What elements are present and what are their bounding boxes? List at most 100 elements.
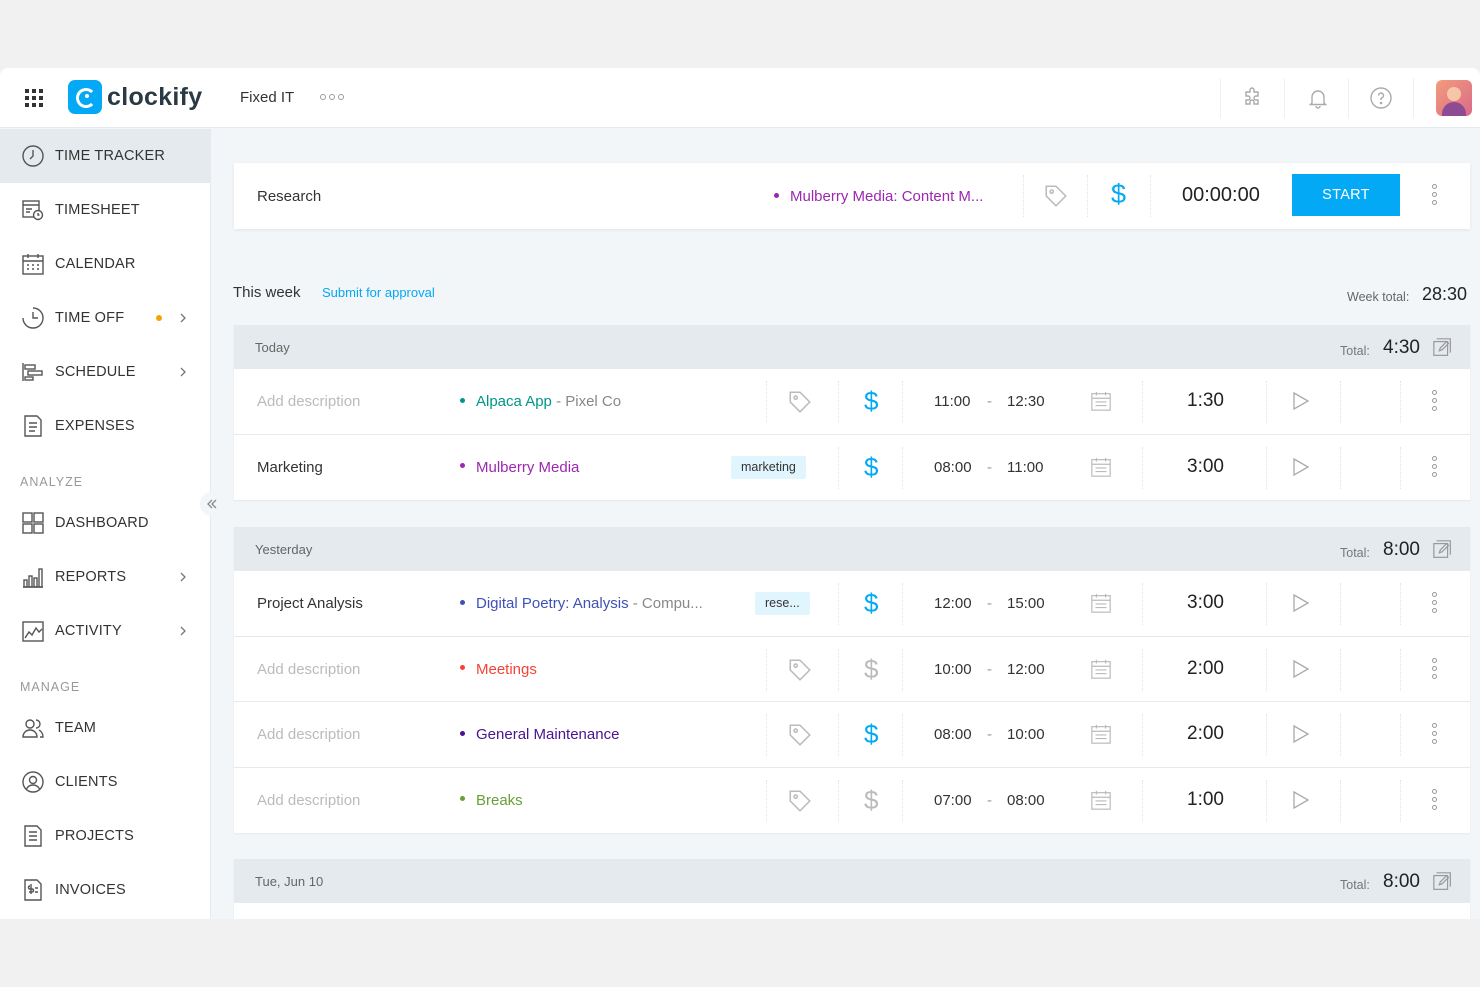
sidebar-item-reports[interactable]: REPORTS: [0, 550, 211, 604]
sidebar-item-time-tracker[interactable]: TIME TRACKER: [0, 129, 211, 183]
calendar-icon[interactable]: [1090, 456, 1112, 478]
workspace-name[interactable]: Fixed IT: [240, 89, 294, 106]
play-icon[interactable]: [1292, 593, 1310, 613]
time-entry-row[interactable]: Add description Breaks $ 07:00 - 08:00 1…: [234, 768, 1470, 834]
sidebar-item-schedule[interactable]: SCHEDULE: [0, 345, 211, 399]
entry-project[interactable]: Breaks: [460, 792, 523, 809]
entry-duration[interactable]: 1:30: [1187, 390, 1224, 412]
entry-project[interactable]: Meetings: [460, 661, 537, 678]
start-button[interactable]: START: [1292, 174, 1400, 216]
time-entry-row[interactable]: Project Analysis Digital Poetry: Analysi…: [234, 571, 1470, 637]
user-avatar[interactable]: [1436, 80, 1472, 116]
collapse-sidebar-icon[interactable]: [200, 492, 224, 516]
entry-end-time[interactable]: 10:00: [1007, 726, 1045, 743]
billable-dollar-icon[interactable]: $: [864, 588, 878, 619]
play-icon[interactable]: [1292, 391, 1310, 411]
entry-description[interactable]: Project Analysis: [257, 595, 363, 612]
bulk-edit-icon[interactable]: [1432, 337, 1454, 359]
billable-dollar-icon[interactable]: $: [864, 452, 878, 483]
play-icon[interactable]: [1292, 659, 1310, 679]
time-entry-row[interactable]: Add description Meetings $ 10:00 - 12:00…: [234, 637, 1470, 702]
sidebar-item-expenses[interactable]: EXPENSES: [0, 399, 211, 453]
play-icon[interactable]: [1292, 790, 1310, 810]
entry-project[interactable]: Mulberry Media: [460, 459, 579, 476]
calendar-icon[interactable]: [1090, 658, 1112, 680]
entry-duration[interactable]: 1:00: [1187, 789, 1224, 811]
tracker-project-picker[interactable]: Mulberry Media: Content M...: [774, 188, 983, 205]
entry-more-icon[interactable]: [1432, 657, 1438, 682]
billable-dollar-icon[interactable]: $: [864, 719, 878, 750]
entry-project[interactable]: Alpaca App - Pixel Co: [460, 393, 621, 410]
sidebar-item-time-off[interactable]: TIME OFF: [0, 291, 211, 345]
dashboard-icon: [22, 512, 44, 534]
entry-description[interactable]: Add description: [257, 661, 360, 678]
sidebar-item-team[interactable]: TEAM: [0, 701, 211, 755]
entry-start-time[interactable]: 08:00: [934, 459, 972, 476]
calendar-icon[interactable]: [1090, 723, 1112, 745]
entry-duration[interactable]: 3:00: [1187, 592, 1224, 614]
entry-more-icon[interactable]: [1432, 390, 1438, 414]
tracker-description-input[interactable]: Research: [257, 188, 321, 205]
sidebar-item-timesheet[interactable]: TIMESHEET: [0, 183, 211, 237]
workspace-menu-icon[interactable]: [320, 94, 344, 100]
calendar-icon[interactable]: [1090, 789, 1112, 811]
non-billable-dollar-icon[interactable]: $: [864, 785, 878, 816]
bulk-edit-icon[interactable]: [1432, 871, 1454, 893]
entry-end-time[interactable]: 12:00: [1007, 661, 1045, 678]
billable-dollar-icon[interactable]: $: [864, 386, 878, 417]
bulk-edit-icon[interactable]: [1432, 539, 1454, 561]
entry-description[interactable]: Add description: [257, 393, 360, 410]
entry-more-icon[interactable]: [1432, 723, 1438, 747]
entry-more-icon[interactable]: [1432, 455, 1438, 480]
logo[interactable]: clockify: [68, 80, 203, 114]
tag-chip[interactable]: rese...: [755, 592, 810, 615]
entry-duration[interactable]: 2:00: [1187, 658, 1224, 680]
entry-start-time[interactable]: 10:00: [934, 661, 972, 678]
tag-icon[interactable]: [787, 657, 813, 683]
billable-dollar-icon[interactable]: $: [1111, 179, 1126, 210]
sidebar-item-calendar[interactable]: CALENDAR: [0, 237, 211, 291]
entry-end-time[interactable]: 15:00: [1007, 595, 1045, 612]
submit-for-approval-link[interactable]: Submit for approval: [322, 285, 435, 300]
entry-start-time[interactable]: 12:00: [934, 595, 972, 612]
entry-start-time[interactable]: 08:00: [934, 726, 972, 743]
entry-end-time[interactable]: 11:00: [1007, 459, 1043, 476]
tracker-more-icon[interactable]: [1432, 184, 1438, 208]
entry-start-time[interactable]: 07:00: [934, 792, 972, 809]
entry-more-icon[interactable]: [1432, 592, 1438, 616]
non-billable-dollar-icon[interactable]: $: [864, 654, 878, 685]
play-icon[interactable]: [1292, 457, 1310, 477]
entry-description[interactable]: Marketing: [257, 459, 323, 476]
time-entry-row[interactable]: Add description General Maintenance $ 08…: [234, 702, 1470, 768]
puzzle-icon[interactable]: [1241, 86, 1265, 110]
sidebar-item-clients[interactable]: CLIENTS: [0, 755, 211, 809]
sidebar-item-invoices[interactable]: INVOICES: [0, 863, 211, 917]
tag-icon[interactable]: [787, 722, 813, 748]
entry-duration[interactable]: 3:00: [1187, 456, 1224, 478]
tag-chip[interactable]: marketing: [731, 455, 806, 479]
calendar-icon[interactable]: [1090, 390, 1112, 412]
bell-icon[interactable]: [1306, 86, 1330, 110]
entry-more-icon[interactable]: [1432, 788, 1438, 813]
entry-start-time[interactable]: 11:00: [934, 393, 970, 410]
tag-icon[interactable]: [787, 788, 813, 814]
sidebar-item-activity[interactable]: ACTIVITY: [0, 604, 211, 658]
entry-end-time[interactable]: 08:00: [1007, 792, 1045, 809]
day-label: Tue, Jun 10: [255, 874, 324, 889]
help-icon[interactable]: [1369, 86, 1393, 110]
entry-description[interactable]: Add description: [257, 726, 360, 743]
time-entry-row[interactable]: Add description Alpaca App - Pixel Co $ …: [234, 369, 1470, 435]
tag-icon[interactable]: [1043, 183, 1069, 209]
entry-end-time[interactable]: 12:30: [1007, 393, 1045, 410]
play-icon[interactable]: [1292, 724, 1310, 744]
entry-project[interactable]: Digital Poetry: Analysis - Compu...: [460, 595, 703, 612]
apps-grid-icon[interactable]: [25, 89, 43, 107]
calendar-icon[interactable]: [1090, 592, 1112, 614]
entry-duration[interactable]: 2:00: [1187, 723, 1224, 745]
time-entry-row[interactable]: Marketing Mulberry Media marketing $ 08:…: [234, 435, 1470, 501]
entry-project[interactable]: General Maintenance: [460, 726, 619, 743]
sidebar-item-dashboard[interactable]: DASHBOARD: [0, 496, 211, 550]
sidebar-item-projects[interactable]: PROJECTS: [0, 809, 211, 863]
tag-icon[interactable]: [787, 389, 813, 415]
entry-description[interactable]: Add description: [257, 792, 360, 809]
